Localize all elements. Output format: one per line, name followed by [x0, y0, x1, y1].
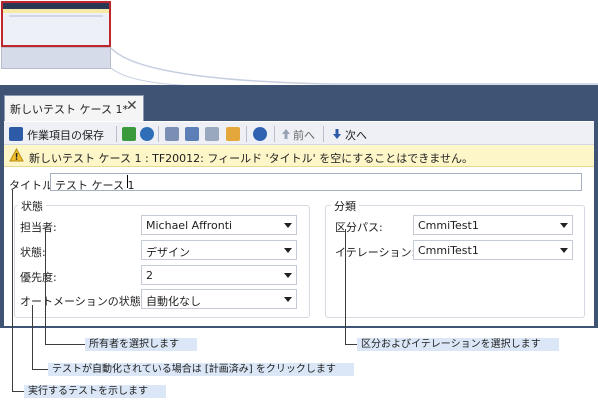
callout-automated: テストが自動化されている場合は [計画済み] をクリックします	[48, 363, 354, 376]
callout-owner: 所有者を選択します	[85, 338, 197, 351]
automation-status-label: オートメーションの状態:	[20, 295, 145, 308]
warning-icon	[9, 148, 24, 162]
chevron-down-icon	[284, 248, 292, 253]
callout-leader-area	[345, 229, 346, 344]
automation-status-value: 自動化なし	[146, 295, 201, 308]
iteration-value: CmmiTest1	[418, 244, 479, 257]
next-button[interactable]: 次へ	[345, 127, 367, 143]
callout-leader-title	[12, 190, 13, 391]
tab-title: 新しいテスト ケース 1*	[10, 103, 128, 116]
refresh-icon[interactable]	[122, 127, 136, 141]
copy-icon[interactable]	[185, 127, 199, 141]
chevron-down-icon	[284, 297, 292, 302]
priority-value: 2	[146, 269, 153, 282]
chevron-down-icon	[284, 223, 292, 228]
up-arrow-icon[interactable]	[281, 128, 291, 140]
save-icon[interactable]	[9, 127, 23, 141]
assigned-to-label: 担当者:	[20, 221, 57, 234]
check-icon[interactable]	[226, 127, 240, 141]
callout-area-iteration: 区分およびイテレーションを選択します	[357, 338, 559, 351]
callout-leader-automation	[32, 305, 33, 369]
state-value: デザイン	[146, 246, 190, 259]
chevron-down-icon	[284, 273, 292, 278]
toolbar-separator	[116, 126, 117, 142]
priority-select[interactable]	[141, 265, 297, 285]
callout-leader-area-h	[345, 344, 357, 345]
toolbar-separator	[158, 126, 159, 142]
callout-leader-title-h	[12, 391, 24, 392]
classification-group-title: 分類	[331, 198, 359, 214]
assigned-to-value: Michael Affronti	[146, 219, 233, 232]
undo-icon[interactable]	[140, 127, 154, 141]
toolbar-separator	[246, 126, 247, 142]
zoom-connector-curve	[110, 47, 598, 87]
priority-label: 優先度:	[20, 271, 57, 284]
close-icon[interactable]: ✕	[126, 98, 138, 114]
text-caret	[127, 175, 128, 188]
warning-message: 新しいテスト ケース 1 : TF20012: フィールド 'タイトル' を空に…	[29, 152, 473, 165]
title-value: テスト ケース 1	[55, 179, 135, 192]
iteration-label: イテレーション:	[335, 246, 416, 259]
status-group-title: 状態	[18, 198, 46, 214]
callout-leader-automation-h	[32, 369, 48, 370]
link-icon[interactable]	[165, 127, 179, 141]
new-item-icon[interactable]	[205, 127, 219, 141]
chevron-down-icon	[560, 223, 568, 228]
callout-test-to-run: 実行するテストを示します	[24, 385, 166, 398]
area-path-value: CmmiTest1	[418, 219, 479, 232]
chevron-down-icon	[560, 248, 568, 253]
toolbar-separator	[274, 126, 275, 142]
down-arrow-icon[interactable]	[332, 128, 342, 140]
save-button[interactable]: 作業項目の保存	[27, 127, 104, 143]
toolbar-separator	[323, 126, 324, 142]
area-path-label: 区分パス:	[335, 221, 383, 234]
callout-leader-owner	[45, 229, 46, 344]
state-label: 状態:	[20, 246, 46, 259]
help-icon[interactable]	[253, 127, 267, 141]
callout-leader-owner-h	[45, 344, 85, 345]
previous-button[interactable]: 前へ	[293, 127, 315, 143]
